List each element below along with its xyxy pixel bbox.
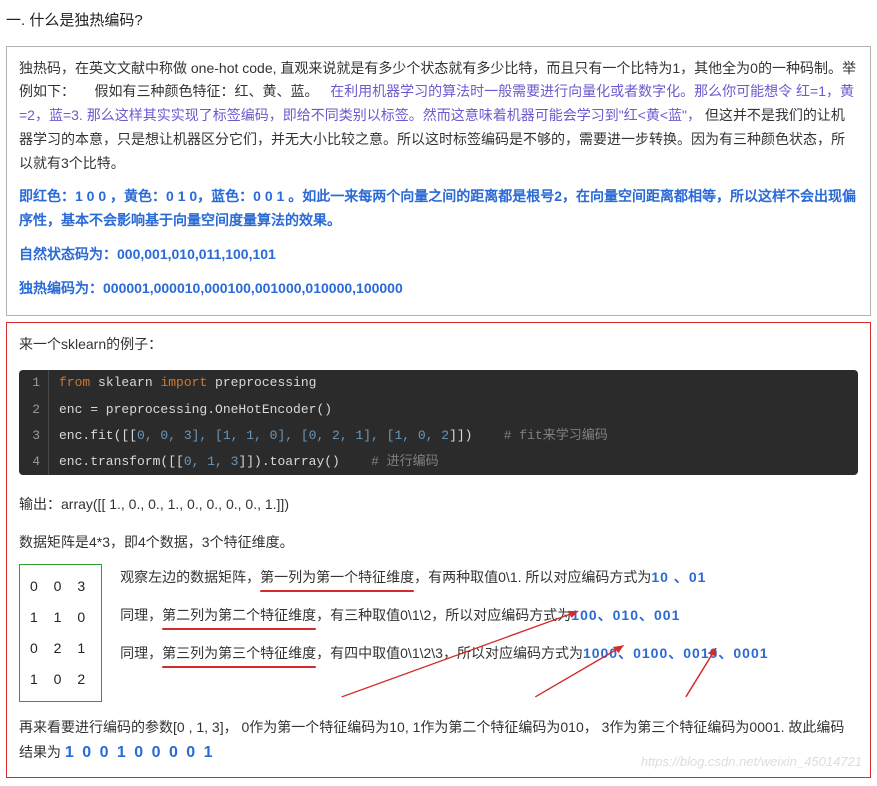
text: 同理，	[120, 607, 162, 623]
text: ，有两种取值0\1. 所以对应编码方式为	[414, 569, 651, 585]
line-number: 4	[19, 449, 49, 475]
data-matrix: 0 0 3 1 1 0 0 2 1 1 0 2	[19, 564, 102, 701]
numbers: 0, 1, 3	[184, 454, 239, 469]
kw-from: from	[59, 375, 90, 390]
code-block: 1 from sklearn import preprocessing 2 en…	[19, 370, 858, 474]
intro-paragraph: 独热码，在英文文献中称做 one-hot code, 直观来说就是有多少个状态就…	[19, 57, 858, 176]
matrix-row: 1 1 0	[30, 602, 91, 633]
explain-row-1: 观察左边的数据矩阵，第一列为第一个特征维度，有两种取值0\1. 所以对应编码方式…	[120, 566, 858, 590]
encoding-values: 100、010、001	[571, 607, 680, 623]
kw-import: import	[160, 375, 207, 390]
matrix-row: 1 0 2	[30, 664, 91, 695]
text: 假如有三种颜色特征：红、黄、蓝。	[94, 83, 318, 99]
encoding-values: 10 、01	[651, 569, 706, 585]
onehot-code: 独热编码为：000001,000010,000100,001000,010000…	[19, 277, 858, 301]
code-line-2: enc = preprocessing.OneHotEncoder()	[49, 397, 342, 423]
text: ]])	[449, 428, 504, 443]
example-intro: 来一个sklearn的例子：	[19, 333, 858, 357]
comment: # 进行编码	[371, 454, 439, 469]
text: sklearn	[90, 375, 160, 390]
text: 观察左边的数据矩阵，	[120, 569, 260, 585]
line-number: 2	[19, 397, 49, 423]
line-number: 1	[19, 370, 49, 396]
comment: # fit来学习编码	[504, 428, 608, 443]
text: enc.fit([[	[59, 428, 137, 443]
encoding-example: 即红色：1 0 0 ，黄色：0 1 0，蓝色：0 0 1 。如此一来每两个向量之…	[19, 185, 858, 233]
text: ]]).toarray()	[238, 454, 371, 469]
section-heading: 一. 什么是独热编码?	[6, 8, 871, 34]
text: enc.transform([[	[59, 454, 184, 469]
numbers: 0, 0, 3], [1, 1, 0], [0, 2, 1], [1, 0, 2	[137, 428, 449, 443]
text: ，有三种取值0\1\2，所以对应编码方式为	[316, 607, 571, 623]
underlined-text: 第一列为第一个特征维度	[260, 566, 414, 590]
matrix-explain-wrap: 0 0 3 1 1 0 0 2 1 1 0 2 观察左边的数据矩阵，第一列为第一…	[19, 564, 858, 701]
text: preprocessing	[207, 375, 316, 390]
code-line-3: enc.fit([[0, 0, 3], [1, 1, 0], [0, 2, 1]…	[49, 423, 618, 449]
code-line-1: from sklearn import preprocessing	[49, 370, 326, 396]
text: 同理，	[120, 645, 162, 661]
matrix-row: 0 2 1	[30, 633, 91, 664]
dims-line: 数据矩阵是4*3，即4个数据，3个特征维度。	[19, 531, 858, 555]
final-result: 再来看要进行编码的参数[0 , 1, 3]， 0作为第一个特征编码为10, 1作…	[19, 716, 858, 767]
example-box: 来一个sklearn的例子： 1 from sklearn import pre…	[6, 322, 871, 778]
line-number: 3	[19, 423, 49, 449]
output-line: 输出：array([[ 1., 0., 0., 1., 0., 0., 0., …	[19, 493, 858, 517]
underlined-text: 第二列为第二个特征维度	[162, 604, 316, 628]
text: ，有四中取值0\1\2\3，所以对应编码方式为	[316, 645, 583, 661]
matrix-row: 0 0 3	[30, 571, 91, 602]
explain-column: 观察左边的数据矩阵，第一列为第一个特征维度，有两种取值0\1. 所以对应编码方式…	[120, 564, 858, 679]
code-line-4: enc.transform([[0, 1, 3]]).toarray() # 进…	[49, 449, 449, 475]
explain-row-2: 同理，第二列为第二个特征维度，有三种取值0\1\2，所以对应编码方式为100、0…	[120, 604, 858, 628]
concept-box: 独热码，在英文文献中称做 one-hot code, 直观来说就是有多少个状态就…	[6, 46, 871, 316]
explain-row-3: 同理，第三列为第三个特征维度，有四中取值0\1\2\3，所以对应编码方式为100…	[120, 642, 858, 666]
final-encoding: 1 0 0 1 0 0 0 0 1	[65, 744, 215, 761]
natural-code: 自然状态码为：000,001,010,011,100,101	[19, 243, 858, 267]
underlined-text: 第三列为第三个特征维度	[162, 642, 316, 666]
encoding-values: 1000、0100、0010、0001	[583, 645, 769, 661]
